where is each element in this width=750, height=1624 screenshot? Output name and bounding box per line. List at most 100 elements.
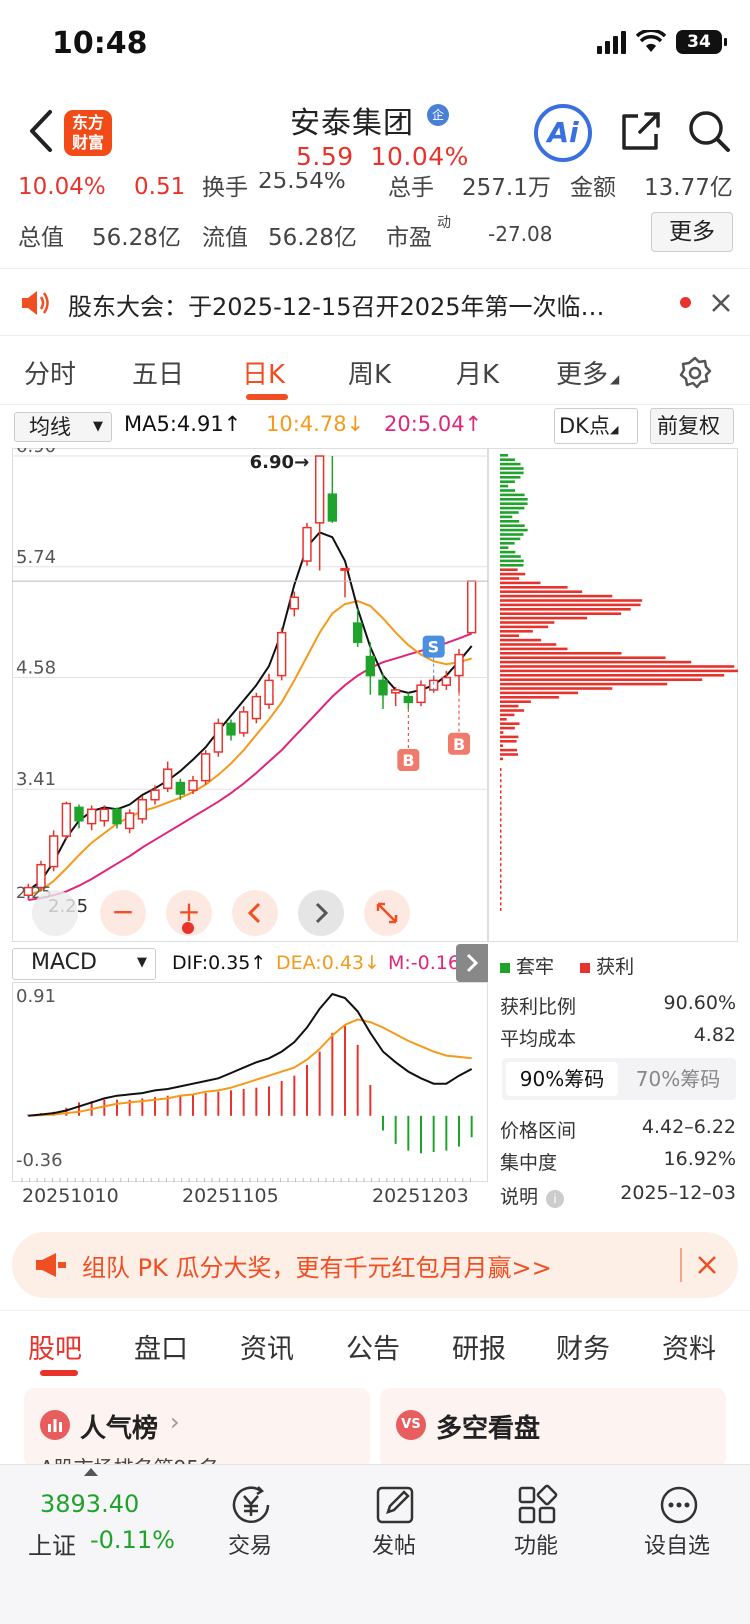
kline-chart[interactable]: 6.905.744.583.416.90→2.25SBB <box>12 448 488 942</box>
tab-weekly-k[interactable]: 周K <box>348 354 391 391</box>
back-arrow-icon[interactable] <box>24 108 60 154</box>
chip-bar <box>500 757 503 761</box>
concentration-row: 集中度 16.92% <box>500 1148 736 1174</box>
candle-body <box>150 789 160 801</box>
tab-more[interactable]: 更多 ◢ <box>556 354 619 391</box>
chip-bar <box>500 896 502 900</box>
chip-bar <box>500 840 502 844</box>
buy-signal-label: B <box>453 735 465 754</box>
tab-forum[interactable]: 股吧 <box>28 1327 82 1366</box>
settings-gear-icon[interactable] <box>678 356 712 390</box>
candle-body <box>112 808 122 825</box>
chip-bar <box>500 740 517 743</box>
expand-icon <box>376 902 398 924</box>
popularity-card[interactable]: 人气榜 › A股市场排名第95名 <box>24 1388 370 1468</box>
chip-bar <box>500 682 668 686</box>
y-tick-label: 5.74 <box>16 547 56 568</box>
candle-body <box>466 580 477 634</box>
add-watchlist-label[interactable]: 设自选 <box>644 1528 710 1560</box>
chip-bar <box>500 568 518 571</box>
dif-legend: DIF:0.35↑ <box>172 952 267 974</box>
chip-bar <box>500 801 502 805</box>
search-icon[interactable] <box>686 108 732 154</box>
expand-up-icon[interactable] <box>84 1468 98 1476</box>
collapse-panel-button[interactable] <box>456 944 488 982</box>
chip-bar <box>500 674 725 677</box>
tab-five-day[interactable]: 五日 <box>132 354 184 391</box>
candle-body <box>213 722 224 753</box>
info-icon[interactable]: i <box>546 1190 565 1208</box>
pan-button[interactable] <box>32 890 78 936</box>
note-row: 说明 i 2025–12–03 <box>500 1182 736 1208</box>
chip-bar <box>500 467 524 470</box>
post-label[interactable]: 发帖 <box>372 1528 416 1560</box>
chip-bar <box>500 818 502 822</box>
indicator-select[interactable]: 均线 ▼ <box>14 412 112 442</box>
tab-financials[interactable]: 财务 <box>556 1327 610 1366</box>
chip-bar <box>500 880 502 883</box>
profit-swatch <box>580 963 591 973</box>
function-label[interactable]: 功能 <box>514 1528 558 1560</box>
chip-bar <box>500 700 531 703</box>
zoom-out-button[interactable]: − <box>100 890 146 936</box>
macd-select[interactable]: MACD ▼ <box>12 948 156 980</box>
bull-bear-card[interactable]: VS 多空看盘 <box>380 1388 726 1468</box>
tab-orderbook[interactable]: 盘口 <box>134 1327 188 1366</box>
ai-assistant-button[interactable]: Ai <box>534 104 592 162</box>
m-legend: M:-0.16 <box>388 952 460 974</box>
candle-body <box>365 655 376 677</box>
y-tick-label: -0.36 <box>16 1150 63 1171</box>
chip-bar <box>500 502 528 505</box>
tab-research[interactable]: 研报 <box>452 1327 506 1366</box>
share-icon[interactable] <box>616 108 664 156</box>
more-quote-button[interactable]: 更多 <box>651 212 733 252</box>
index-value[interactable]: 3893.40 <box>40 1490 139 1518</box>
candle-body <box>188 779 198 791</box>
trapped-swatch <box>500 963 510 973</box>
more-dots-icon[interactable] <box>656 1482 702 1528</box>
tab-chip-90[interactable]: 90%筹码 <box>506 1062 618 1096</box>
tab-profile[interactable]: 资料 <box>662 1327 716 1366</box>
trade-label[interactable]: 交易 <box>228 1528 272 1560</box>
chip-bar <box>500 660 692 664</box>
tab-intraday[interactable]: 分时 <box>24 354 76 391</box>
chip-bar <box>500 773 502 777</box>
tab-announcements[interactable]: 公告 <box>346 1327 400 1366</box>
chip-bar <box>500 753 518 756</box>
chip-bar <box>500 796 502 799</box>
post-edit-icon[interactable] <box>372 1482 418 1528</box>
active-tab-indicator <box>40 1370 78 1376</box>
ma10-legend: 10:4.78↓ <box>266 412 365 436</box>
dk-point-button[interactable]: DK点◢ <box>554 408 638 444</box>
status-icons: 34 <box>597 30 727 54</box>
candle-body <box>289 596 300 610</box>
tab-news[interactable]: 资讯 <box>240 1327 294 1366</box>
tab-chip-70[interactable]: 70%筹码 <box>622 1062 734 1096</box>
chip-bar <box>500 454 508 457</box>
trade-yuan-icon[interactable] <box>228 1482 274 1528</box>
chip-bar <box>500 768 502 771</box>
function-grid-icon[interactable] <box>514 1482 560 1528</box>
ma20-legend: 20:5.04↑ <box>384 412 483 436</box>
chip-bar <box>500 634 520 637</box>
chip-bar <box>500 744 503 747</box>
chip-bar <box>500 748 518 752</box>
app-logo: 东方 财富 <box>64 110 112 156</box>
chip-bar <box>500 462 521 466</box>
ma5-line <box>27 531 473 892</box>
close-icon[interactable] <box>696 1254 718 1276</box>
dropdown-caret-icon: ▼ <box>137 955 147 970</box>
fullscreen-button[interactable] <box>364 890 410 936</box>
announcement-bar[interactable]: 股东大会：于2025-12-15召开2025年第一次临… <box>0 268 750 336</box>
promo-banner[interactable]: 组队 PK 瓜分大奖，更有千元红包月月赢>> <box>12 1232 738 1298</box>
prev-button[interactable] <box>232 890 278 936</box>
tab-monthly-k[interactable]: 月K <box>456 354 499 391</box>
candle-body <box>162 768 173 790</box>
stock-price-change: 5.59 10.04% <box>296 142 469 171</box>
tab-daily-k[interactable]: 日K <box>242 354 285 391</box>
next-button[interactable] <box>298 890 344 936</box>
chip-bar <box>500 784 502 788</box>
adjust-button[interactable]: 前复权 <box>650 408 734 444</box>
close-icon[interactable] <box>710 292 732 314</box>
x-tick-label: 20251105 <box>182 1185 279 1207</box>
